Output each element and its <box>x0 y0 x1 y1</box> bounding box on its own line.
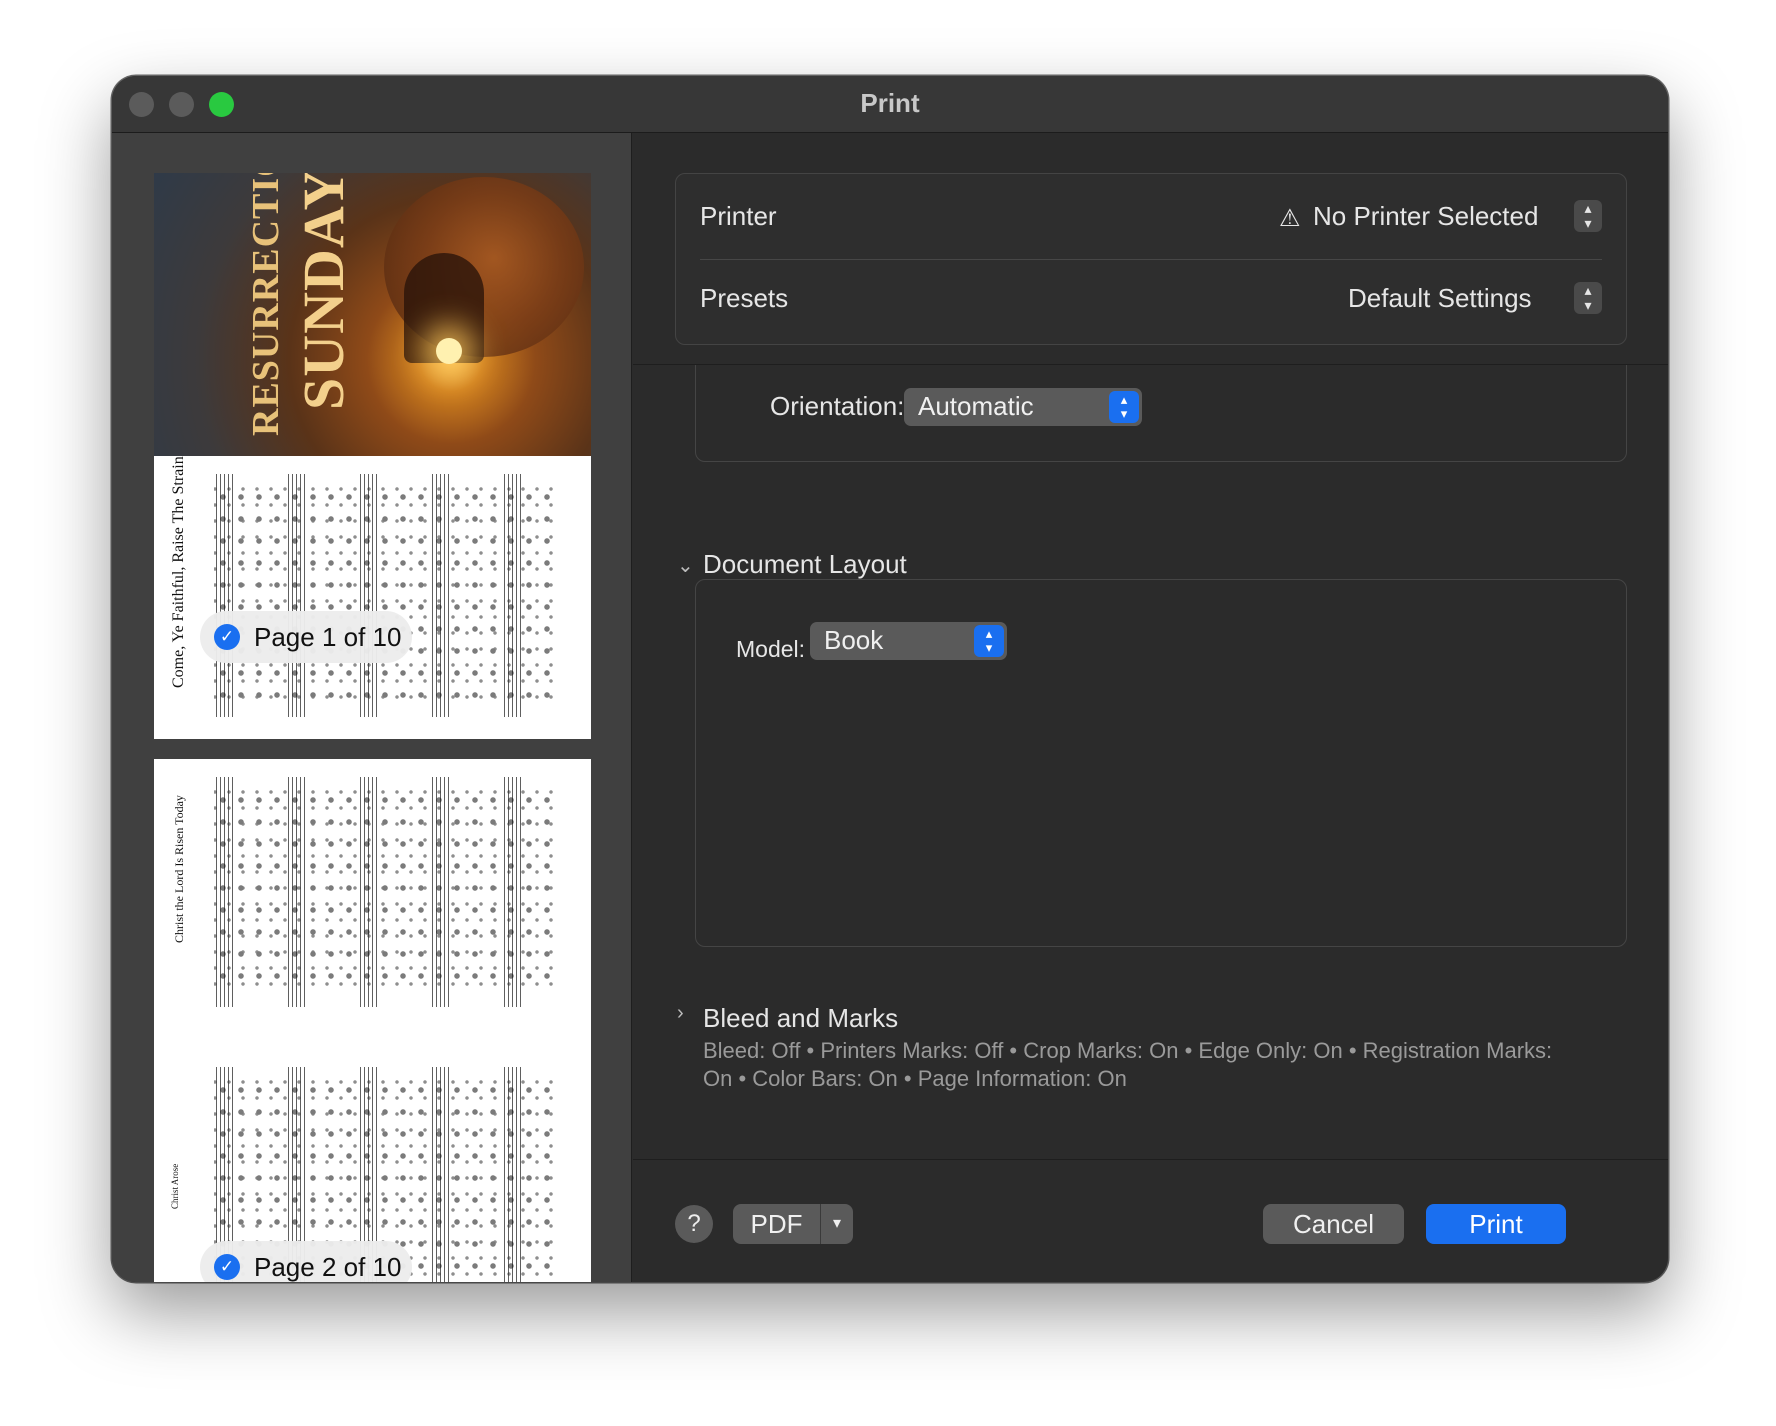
orientation-label: Orientation: <box>770 391 905 421</box>
document-layout-header[interactable]: Document Layout <box>703 549 907 580</box>
music-notes <box>214 789 561 989</box>
cover-title-line1: RESURRECTION <box>245 173 287 436</box>
checkmark-icon: ✓ <box>214 1254 240 1280</box>
song-title: Come, Ye Faithful, Raise The Strain <box>170 456 187 688</box>
page-2-badge[interactable]: ✓ Page 2 of 10 <box>200 1241 412 1282</box>
sheet-music-song1: Come, Ye Faithful, Raise The Strain <box>154 456 591 739</box>
printer-select[interactable]: No Printer Selected <box>1313 201 1538 232</box>
presets-stepper-icon[interactable]: ▴ ▾ <box>1574 282 1602 314</box>
row-divider <box>700 259 1602 260</box>
model-label: Model: <box>736 636 806 662</box>
music-notes <box>214 486 561 699</box>
sheet-music-song2: Christ the Lord Is Risen Today <box>154 759 591 1029</box>
page-2-label: Page 2 of 10 <box>254 1251 402 1282</box>
page-1-label: Page 1 of 10 <box>254 621 402 652</box>
cancel-button[interactable]: Cancel <box>1263 1204 1404 1244</box>
chevron-right-icon[interactable]: › <box>677 1002 684 1025</box>
print-dialog-window: Print RESURRECTION SUNDAY Come, Ye Faith… <box>112 76 1668 1282</box>
window-title: Print <box>860 88 920 118</box>
model-value: Book <box>824 625 884 655</box>
chevron-down-icon[interactable]: ⌄ <box>677 553 694 578</box>
chevron-down-icon[interactable]: ▾ <box>821 1204 853 1244</box>
pdf-menu-button[interactable]: PDF ▾ <box>733 1204 853 1244</box>
song-title: Christ Arose <box>170 1163 180 1209</box>
paper-handling-group: Orientation: Automatic ▴ ▾ <box>695 365 1627 462</box>
song-title: Christ the Lord Is Risen Today <box>172 795 186 943</box>
options-scroll-area[interactable]: Orientation: Automatic ▴ ▾ ⌄ Document Lay… <box>633 365 1668 1159</box>
checkmark-icon: ✓ <box>214 624 240 650</box>
chevron-updown-icon: ▴ ▾ <box>974 625 1004 657</box>
document-layout-group: Model: Book ▴ ▾ <box>695 579 1627 947</box>
chevron-updown-icon: ▴ ▾ <box>1109 391 1139 423</box>
warning-icon: ⚠ <box>1279 205 1301 232</box>
printer-stepper-icon[interactable]: ▴ ▾ <box>1574 200 1602 232</box>
printer-label: Printer <box>700 201 777 231</box>
settings-panel: Printer ⚠ No Printer Selected ▴ ▾ Presets… <box>633 133 1668 1282</box>
preview-page-2[interactable]: Christ the Lord Is Risen Today Christ Ar… <box>154 759 591 1282</box>
bleed-marks-header[interactable]: Bleed and Marks <box>703 1003 898 1034</box>
printer-presets-group: Printer ⚠ No Printer Selected ▴ ▾ Presets… <box>675 173 1627 345</box>
cover-image: RESURRECTION SUNDAY <box>154 173 591 456</box>
print-button[interactable]: Print <box>1426 1204 1566 1244</box>
model-popup[interactable]: Book ▴ ▾ <box>810 622 1007 660</box>
cover-sun <box>436 338 462 364</box>
orientation-value: Automatic <box>918 391 1034 421</box>
pdf-label[interactable]: PDF <box>733 1204 821 1244</box>
footer-separator <box>633 1159 1668 1160</box>
help-button[interactable]: ? <box>675 1205 713 1243</box>
bleed-marks-summary: Bleed: Off • Printers Marks: Off • Crop … <box>703 1038 1553 1091</box>
print-preview-sidebar[interactable]: RESURRECTION SUNDAY Come, Ye Faithful, R… <box>112 133 632 1282</box>
page-1-badge[interactable]: ✓ Page 1 of 10 <box>200 611 412 663</box>
orientation-popup[interactable]: Automatic ▴ ▾ <box>904 388 1142 426</box>
cover-title-line2: SUNDAY <box>291 173 356 410</box>
presets-label: Presets <box>700 283 789 313</box>
titlebar: Print <box>112 76 1668 133</box>
presets-select[interactable]: Default Settings <box>1348 283 1532 314</box>
